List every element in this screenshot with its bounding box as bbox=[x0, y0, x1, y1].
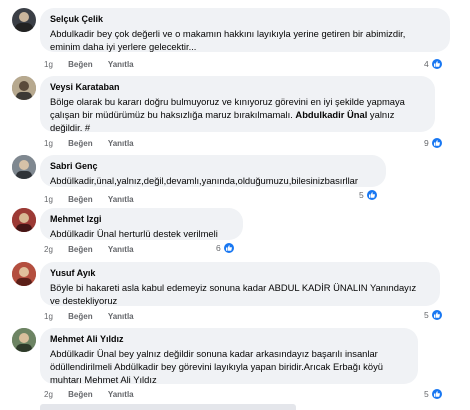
comment-actions: 1g Beğen Yanıtla bbox=[44, 139, 147, 149]
comment-text: Böyle bi hakareti asla kabul edemeyiz so… bbox=[50, 281, 430, 307]
comment-text-line: eminim daha iyi yerlere gelecektir... bbox=[50, 41, 197, 52]
comment-timestamp[interactable]: 2g bbox=[44, 245, 53, 254]
comment-text: Abdülkadir,ünal,yalnız,değil,devamlı,yan… bbox=[50, 174, 376, 187]
comment-text-line: Abdülkadir Ünal herturlü destek verilmel… bbox=[50, 228, 218, 239]
comment-text-line: Bölge olarak bu kararı doğru bulmuyoruz … bbox=[50, 96, 405, 107]
comment-author[interactable]: Yusuf Ayık bbox=[50, 268, 430, 279]
comment-text-line: değildir. # bbox=[50, 122, 91, 133]
next-comment-preview bbox=[40, 404, 296, 410]
reaction-count[interactable]: 9 bbox=[420, 137, 443, 149]
comment-text-line: Abdülkadir,ünal,yalnız,değil,devamlı,yan… bbox=[50, 175, 358, 186]
comment-bubble: Yusuf Ayık Böyle bi hakareti asla kabul … bbox=[40, 262, 440, 306]
comment-text-line: Abdulkadir bey çok değerli ve o makamın … bbox=[50, 28, 406, 39]
reply-button[interactable]: Yanıtla bbox=[108, 139, 134, 148]
comment-text: Abdülkadir Ünal bey yalnız değildir sonu… bbox=[50, 347, 408, 386]
reaction-count-value: 5 bbox=[359, 190, 364, 200]
user-avatar-icon bbox=[12, 208, 36, 232]
comment-actions: 1g Beğen Yanıtla bbox=[44, 195, 147, 205]
avatar[interactable] bbox=[12, 155, 36, 179]
like-button[interactable]: Beğen bbox=[68, 312, 92, 321]
comment-text: Abdülkadir Ünal herturlü destek verilmel… bbox=[50, 227, 233, 240]
like-button[interactable]: Beğen bbox=[68, 245, 92, 254]
reply-button[interactable]: Yanıtla bbox=[108, 195, 134, 204]
reply-button[interactable]: Yanıtla bbox=[108, 312, 134, 321]
avatar[interactable] bbox=[12, 8, 36, 32]
reaction-count-value: 5 bbox=[424, 310, 429, 320]
like-reaction-icon bbox=[431, 309, 442, 320]
comment-bubble: Mehmet Ali Yıldız Abdülkadir Ünal bey ya… bbox=[40, 328, 418, 386]
avatar[interactable] bbox=[12, 328, 36, 352]
comment-author[interactable]: Veysi Karataban bbox=[50, 82, 425, 93]
avatar[interactable] bbox=[12, 76, 36, 100]
like-reaction-icon bbox=[223, 242, 234, 253]
comment-actions: 1g Beğen Yanıtla bbox=[44, 60, 147, 70]
comment-author[interactable]: Mehmet Ali Yıldız bbox=[50, 334, 408, 345]
comment-bubble: Veysi Karataban Bölge olarak bu kararı d… bbox=[40, 76, 435, 134]
comment-text-line: ve destekliyoruz bbox=[50, 295, 118, 306]
reaction-count[interactable]: 4 bbox=[420, 58, 443, 70]
comment-bubble: Selçuk Çelik Abdulkadir bey çok değerli … bbox=[40, 8, 450, 52]
reaction-count[interactable]: 5 bbox=[420, 388, 443, 400]
reaction-count[interactable]: 6 bbox=[212, 242, 235, 254]
comment-actions: 2g Beğen Yanıtla bbox=[44, 245, 147, 255]
like-button[interactable]: Beğen bbox=[68, 195, 92, 204]
comment-text-line: çalışan bir müdürümüz bu haksızlığa maru… bbox=[50, 108, 425, 121]
like-button[interactable]: Beğen bbox=[68, 139, 92, 148]
comment-author[interactable]: Selçuk Çelik bbox=[50, 14, 440, 25]
comment-actions: 1g Beğen Yanıtla bbox=[44, 312, 147, 322]
comment-timestamp[interactable]: 1g bbox=[44, 312, 53, 321]
reaction-count-value: 9 bbox=[424, 138, 429, 148]
like-reaction-icon bbox=[431, 388, 442, 399]
like-reaction-icon bbox=[431, 58, 442, 69]
comment-text-line: ödüllendirilmeli Abdülkadir bey görevini… bbox=[50, 361, 383, 372]
like-button[interactable]: Beğen bbox=[68, 390, 92, 399]
user-avatar-icon bbox=[12, 155, 36, 179]
like-reaction-icon bbox=[431, 137, 442, 148]
avatar[interactable] bbox=[12, 208, 36, 232]
like-button[interactable]: Beğen bbox=[68, 60, 92, 69]
comment-author[interactable]: Sabri Genç bbox=[50, 161, 376, 172]
avatar[interactable] bbox=[12, 262, 36, 286]
comment-timestamp[interactable]: 1g bbox=[44, 139, 53, 148]
reply-button[interactable]: Yanıtla bbox=[108, 60, 134, 69]
comment-text: Abdulkadir bey çok değerli ve o makamın … bbox=[50, 27, 440, 53]
comment-text-line: Böyle bi hakareti asla kabul edemeyiz so… bbox=[50, 282, 417, 293]
comment-bubble: Mehmet Izgi Abdülkadir Ünal herturlü des… bbox=[40, 208, 243, 240]
reply-button[interactable]: Yanıtla bbox=[108, 390, 134, 399]
comment-timestamp[interactable]: 1g bbox=[44, 195, 53, 204]
reaction-count-value: 5 bbox=[424, 389, 429, 399]
comment-text-segment: çalışan bir müdürümüz bu haksızlığa maru… bbox=[50, 109, 293, 120]
user-avatar-icon bbox=[15, 12, 33, 32]
comment-timestamp[interactable]: 2g bbox=[44, 390, 53, 399]
reaction-count-value: 4 bbox=[424, 59, 429, 69]
user-avatar-icon bbox=[12, 76, 36, 100]
comment-text-line: Abdülkadir Ünal bey yalnız değildir sonu… bbox=[50, 348, 378, 359]
reaction-count-value: 6 bbox=[216, 243, 221, 253]
reaction-count[interactable]: 5 bbox=[420, 309, 443, 321]
comment-timestamp[interactable]: 1g bbox=[44, 60, 53, 69]
user-avatar-icon bbox=[12, 262, 36, 286]
comment-actions: 2g Beğen Yanıtla bbox=[44, 390, 147, 400]
comment-bubble: Sabri Genç Abdülkadir,ünal,yalnız,değil,… bbox=[40, 155, 386, 187]
mention-link[interactable]: Abdulkadir Ünal bbox=[295, 109, 367, 120]
comment-text: Bölge olarak bu kararı doğru bulmuyoruz … bbox=[50, 95, 425, 134]
like-reaction-icon bbox=[366, 189, 377, 200]
reply-button[interactable]: Yanıtla bbox=[108, 245, 134, 254]
comment-text-segment: yalnız bbox=[369, 109, 395, 120]
user-avatar-icon bbox=[12, 328, 36, 352]
comment-text-line: muhtarı Mehmet Ali Yıldız bbox=[50, 374, 157, 385]
reaction-count[interactable]: 5 bbox=[355, 189, 378, 201]
comment-author[interactable]: Mehmet Izgi bbox=[50, 214, 233, 225]
